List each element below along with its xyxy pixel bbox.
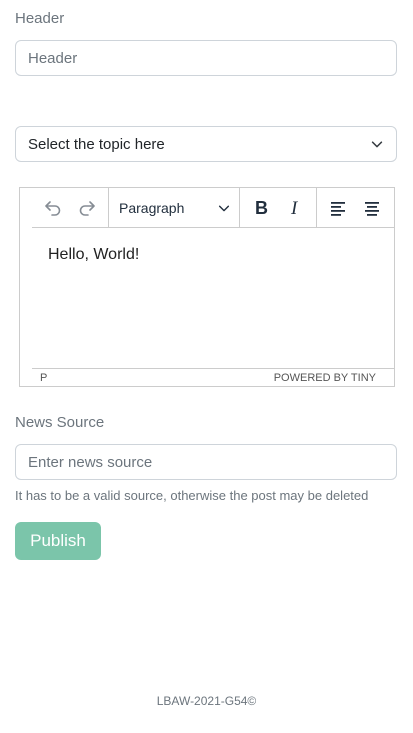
editor-content-text: Hello, World! <box>48 246 140 263</box>
news-source-help-text: It has to be a valid source, otherwise t… <box>15 488 369 503</box>
block-format-value: Paragraph <box>119 199 185 216</box>
svg-text:I: I <box>290 198 299 218</box>
align-left-button[interactable] <box>323 193 353 223</box>
history-group <box>32 188 109 227</box>
footer-copyright: LBAW-2021-G54© <box>156 694 257 708</box>
undo-button[interactable] <box>38 193 68 223</box>
news-source-placeholder: Enter news source <box>28 453 153 471</box>
news-source-label: News Source <box>15 414 105 431</box>
news-source-input[interactable]: Enter news source <box>15 444 397 480</box>
italic-icon: I <box>290 198 299 218</box>
redo-icon <box>79 200 95 216</box>
editor-content-area[interactable]: Hello, World! <box>48 246 139 264</box>
text-style-group: B I <box>240 188 317 227</box>
redo-button[interactable] <box>72 193 102 223</box>
alignment-group <box>317 188 393 227</box>
header-placeholder: Header <box>28 49 78 67</box>
header-label: Header <box>15 10 65 27</box>
svg-text:B: B <box>255 198 268 218</box>
undo-icon <box>45 200 61 216</box>
editor-toolbar: Paragraph B I <box>32 188 394 228</box>
block-format-group: Paragraph <box>109 188 240 227</box>
topic-select[interactable]: Select the topic here <box>15 126 397 162</box>
align-left-icon <box>331 201 345 216</box>
element-path[interactable]: P <box>40 372 47 384</box>
chevron-down-icon <box>371 141 383 148</box>
powered-by-tiny-link[interactable]: POWERED BY TINY <box>274 372 376 384</box>
post-form-page: Header Header Select the topic here Para… <box>0 0 413 733</box>
align-center-icon <box>365 201 379 216</box>
publish-button[interactable]: Publish <box>15 522 101 560</box>
align-center-button[interactable] <box>357 193 387 223</box>
bold-icon: B <box>255 198 268 218</box>
italic-button[interactable]: I <box>280 193 310 223</box>
block-format-select[interactable]: Paragraph <box>113 193 235 223</box>
header-input[interactable]: Header <box>15 40 397 76</box>
bold-button[interactable]: B <box>246 193 276 223</box>
chevron-down-icon <box>218 205 230 211</box>
editor-statusbar: P POWERED BY TINY <box>32 368 394 386</box>
topic-select-value: Select the topic here <box>28 135 165 153</box>
rich-text-editor: Paragraph B I Hello, World! P POWERED BY… <box>19 187 395 387</box>
